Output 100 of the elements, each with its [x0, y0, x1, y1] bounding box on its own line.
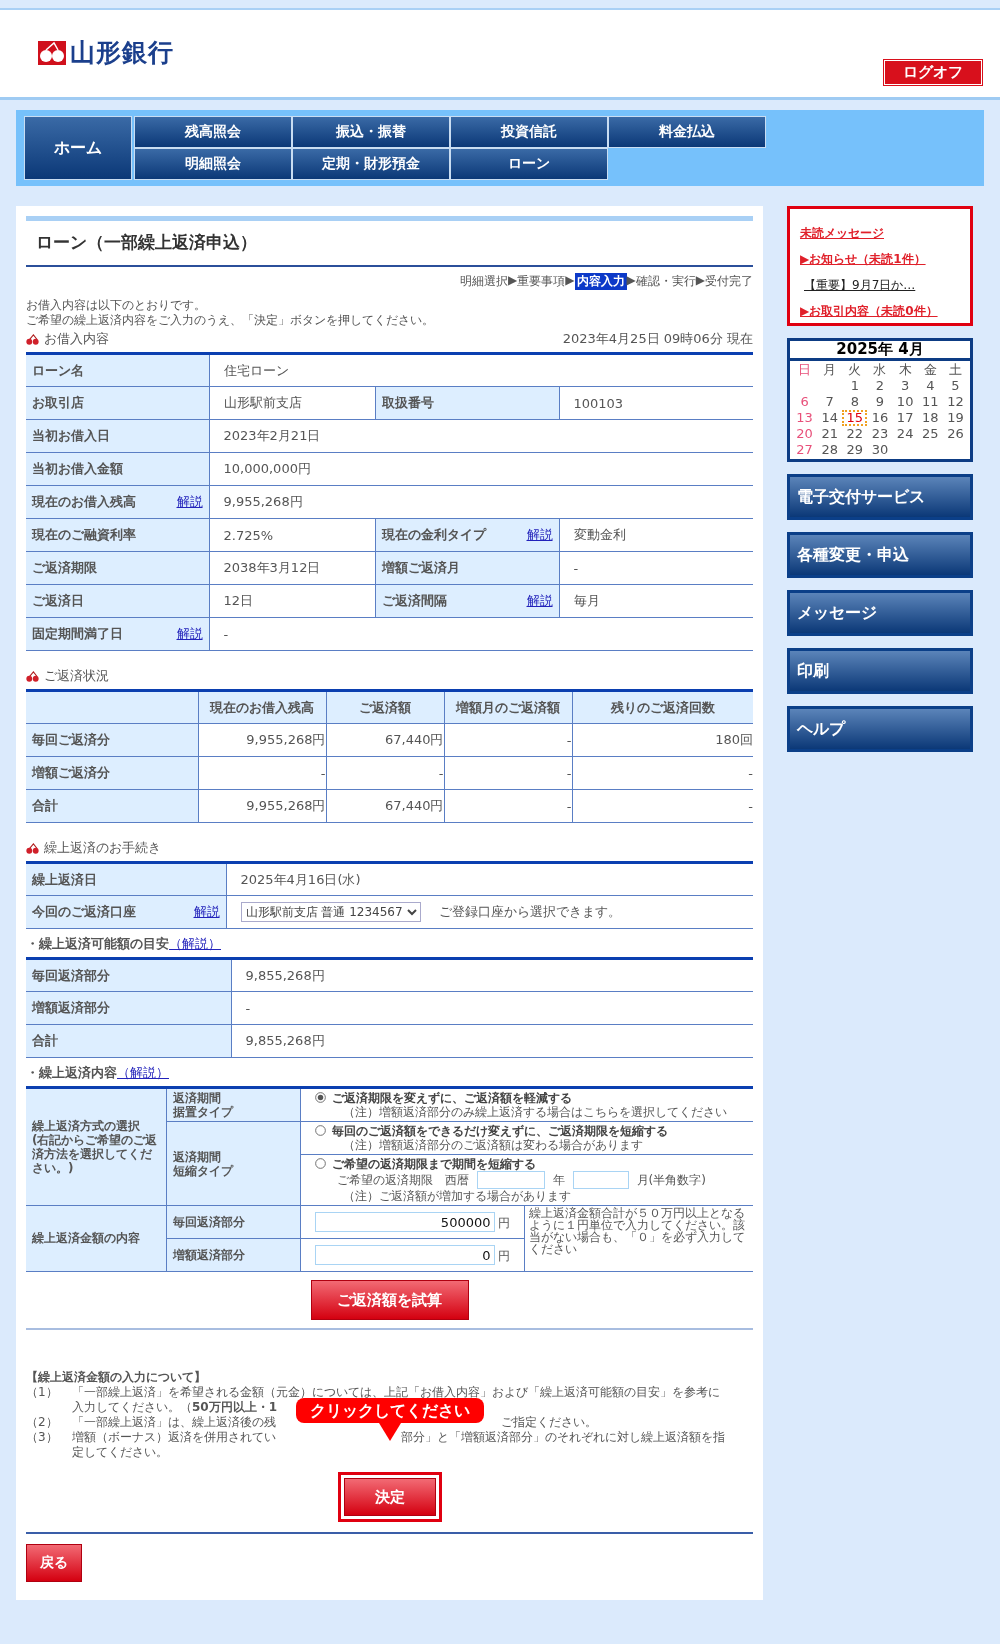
option-note: （注）ご返済額が増加する場合があります	[341, 1189, 572, 1203]
field-value: 山形駅前支店	[209, 386, 375, 420]
calendar-day: 30	[867, 442, 893, 458]
simulate-button[interactable]: ご返済額を試算	[310, 1280, 469, 1320]
help-link[interactable]: （解説）	[169, 935, 221, 953]
calendar-day: 17	[892, 410, 918, 426]
field-label: 固定期間満了日	[32, 625, 123, 643]
row-label: 毎回ご返済分	[26, 723, 198, 757]
logoff-button[interactable]: ログオフ	[884, 60, 982, 85]
help-link[interactable]: 解説	[526, 592, 553, 610]
field-value: 9,955,268円	[209, 485, 753, 519]
nav-tab[interactable]: ローン	[450, 148, 608, 180]
tooltip-pointer-icon	[378, 1423, 401, 1441]
side-menu-button[interactable]: 各種変更・申込	[787, 532, 973, 578]
field-label: 現在のお借入残高	[32, 493, 136, 511]
help-link[interactable]: （解説）	[117, 1064, 169, 1082]
nav-tab[interactable]: ホーム	[24, 116, 132, 180]
intro-text: お借入内容は以下のとおりです。	[26, 298, 207, 313]
calendar-day: 26	[942, 426, 968, 442]
side-menu-button[interactable]: 印刷	[787, 648, 973, 694]
nav-tab[interactable]: 料金払込	[608, 116, 766, 148]
table-cell: -	[572, 756, 753, 790]
note-text: ご指定ください。	[501, 1415, 597, 1430]
radio-button[interactable]	[314, 1092, 326, 1103]
back-button[interactable]: 戻る	[26, 1544, 82, 1582]
calendar-day: 16	[867, 410, 893, 426]
field-label: ご返済期限	[32, 559, 97, 577]
table-cell: -	[198, 756, 326, 790]
note-text: 入力してください。（50万円以上・1	[72, 1400, 278, 1415]
side-menu-button[interactable]: 電子交付サービス	[787, 474, 973, 520]
radio-button[interactable]	[314, 1125, 326, 1136]
field-label: 当初お借入日	[32, 427, 110, 445]
month-field[interactable]	[572, 1171, 629, 1189]
field-label: お取引店	[32, 394, 84, 412]
table-cell: 180回	[572, 723, 753, 757]
calendar-day: 1	[842, 378, 868, 394]
calendar-day: 28	[817, 442, 843, 458]
option-label: 毎回のご返済額をできるだけ変えずに、ご返済期限を短縮する	[331, 1124, 668, 1138]
account-select[interactable]: 山形駅前支店 普通 1234567	[240, 902, 421, 922]
field-value: 10,000,000円	[209, 452, 753, 486]
help-link[interactable]: 解説	[526, 526, 553, 544]
field-label: 毎回返済部分	[26, 958, 231, 992]
calendar-day: 25	[917, 426, 943, 442]
nav-tab[interactable]: 振込・振替	[292, 116, 450, 148]
help-link[interactable]: 解説	[176, 493, 203, 511]
row-label: 増額ご返済分	[26, 756, 198, 790]
radio-button[interactable]	[314, 1158, 326, 1169]
column-header: 残りのご返済回数	[572, 690, 753, 724]
note-text: 増額（ボーナス）返済を併用されてい	[72, 1430, 276, 1445]
section-title: お借入内容	[44, 330, 109, 348]
calendar-day: 21	[817, 426, 843, 442]
calendar-day: 14	[817, 410, 843, 426]
calendar-day: 20	[792, 426, 818, 442]
nav-tab[interactable]: 明細照会	[134, 148, 292, 180]
amount-field[interactable]: 0	[314, 1245, 495, 1265]
message-link[interactable]: ▶お取引内容（未読0件）	[800, 303, 962, 320]
amount-field[interactable]: 500000	[314, 1212, 495, 1232]
table-cell: -	[326, 756, 444, 790]
row-label: 合計	[26, 789, 198, 823]
unit-label: 月(半角数字)	[636, 1173, 706, 1187]
calendar-day: 13	[792, 410, 818, 426]
side-menu-button[interactable]: メッセージ	[787, 590, 973, 636]
field-label: 増額返済部分	[166, 1238, 300, 1272]
type-label: 返済期間 短縮タイプ	[172, 1149, 235, 1178]
table-cell: 67,440円	[326, 723, 444, 757]
field-label: 繰上返済金額の内容	[26, 1205, 166, 1272]
help-link[interactable]: 解説	[176, 625, 203, 643]
table-cell: 9,955,268円	[198, 789, 326, 823]
side-menu-button[interactable]: ヘルプ	[787, 706, 973, 752]
calendar-day: 29	[842, 442, 868, 458]
nav-tab[interactable]: 投資信託	[450, 116, 608, 148]
section-title: ご返済状況	[44, 667, 109, 685]
step-label: 内容入力	[574, 273, 627, 290]
nav-tab[interactable]: 残高照会	[134, 116, 292, 148]
calendar-day: 11	[917, 394, 943, 410]
timestamp: 2023年4月25日 09時06分 現在	[562, 330, 753, 348]
message-link[interactable]: 【重要】9月7日か…	[800, 277, 962, 294]
nav-tab[interactable]: 定期・財形預金	[292, 148, 450, 180]
field-label: 繰上返済方式の選択	[32, 1119, 141, 1133]
field-note: (右記からご希望のご返済方法を選択してください。)	[32, 1133, 159, 1175]
field-value: -	[559, 551, 753, 585]
note-number: （1）	[26, 1385, 59, 1400]
subsection-title: ・繰上返済内容	[26, 1064, 117, 1082]
calendar-day: 5	[942, 378, 968, 394]
message-link[interactable]: 未読メッセージ	[800, 225, 962, 242]
step-arrow: ▶	[695, 273, 705, 289]
calendar-day: 22	[842, 426, 868, 442]
calendar-day: 19	[942, 410, 968, 426]
decide-button[interactable]: 決定	[343, 1478, 436, 1516]
weekday-label: 金	[922, 362, 938, 378]
message-link[interactable]: ▶お知らせ（未読1件）	[800, 251, 962, 268]
note-text: 「一部繰上返済」を希望される金額（元金）については、上記「お借入内容」および「繰上返済可能額の目安」を参考に	[72, 1385, 720, 1400]
field-value: 2023年2月21日	[209, 419, 753, 453]
help-link[interactable]: 解説	[193, 903, 220, 921]
year-field[interactable]	[476, 1171, 545, 1189]
calendar-day: 23	[867, 426, 893, 442]
field-value: 9,855,268円	[231, 1024, 753, 1058]
step-arrow: ▶	[565, 273, 575, 289]
unit-label: 円	[498, 1248, 511, 1263]
note-text: 定してください。	[72, 1445, 168, 1460]
